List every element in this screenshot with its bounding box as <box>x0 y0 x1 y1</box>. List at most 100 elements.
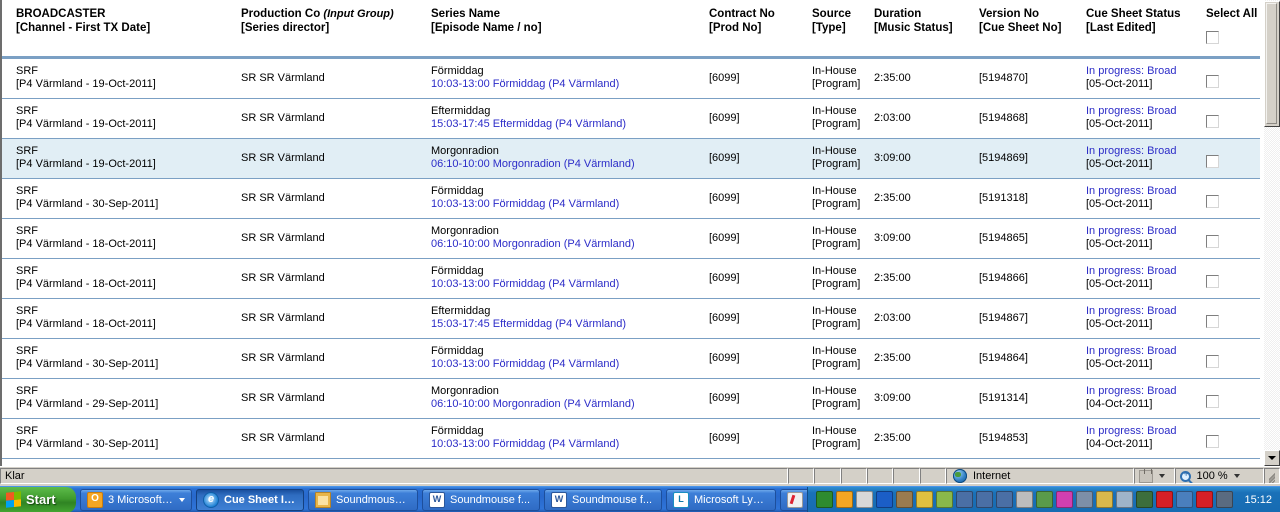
row-select-checkbox-wrap[interactable] <box>1206 385 1260 412</box>
taskbar-button[interactable]: 3 Microsoft O... <box>80 488 192 511</box>
table-row[interactable]: SRF [P4 Värmland - 19-Oct-2011] SR SR Värm… <box>2 57 1260 99</box>
episode-link[interactable]: 15:03-17:45 Eftermiddag (P4 Värmland) <box>431 318 709 331</box>
usb-device-icon[interactable] <box>1036 491 1054 508</box>
cue-sheet-status-link[interactable]: In progress: Broad <box>1086 225 1206 238</box>
taskbar-button[interactable]: Soundmouse f... <box>422 488 540 511</box>
table-row[interactable]: SRF [P4 Värmland - 18-Oct-2011] SR SR Värm… <box>2 218 1260 259</box>
row-select-checkbox-wrap[interactable] <box>1206 185 1260 212</box>
column-header-source[interactable]: Source [Type] <box>812 0 874 59</box>
protected-mode-indicator[interactable] <box>1133 468 1176 484</box>
vertical-scrollbar[interactable] <box>1262 0 1280 466</box>
row-select-checkbox-wrap[interactable] <box>1206 305 1260 332</box>
security-zone-indicator[interactable]: Internet <box>946 468 1134 484</box>
cue-sheet-status-link[interactable]: In progress: Broad <box>1086 385 1206 398</box>
table-row[interactable]: SRF [P4 Värmland - 19-Oct-2011] SR SR Värm… <box>2 138 1260 179</box>
taskbar-button[interactable]: Soundmouse f... <box>544 488 662 511</box>
select-all-checkbox[interactable] <box>1206 31 1219 44</box>
row-select-checkbox[interactable] <box>1206 155 1219 168</box>
battery-icon[interactable] <box>1096 491 1114 508</box>
row-select-checkbox[interactable] <box>1206 195 1219 208</box>
chevron-down-icon[interactable] <box>1233 474 1240 478</box>
display-icon[interactable] <box>1076 491 1094 508</box>
row-select-checkbox-wrap[interactable] <box>1206 345 1260 372</box>
taskbar-button[interactable]: Microsoft Lync... <box>666 488 776 511</box>
episode-link[interactable]: 10:03-13:00 Förmiddag (P4 Värmland) <box>431 358 709 371</box>
system-clock[interactable]: 15:12 <box>1244 494 1272 506</box>
resize-grip[interactable] <box>1264 468 1280 484</box>
row-select-checkbox[interactable] <box>1206 435 1219 448</box>
taskbar-button[interactable]: namnlös - Paint <box>780 488 808 511</box>
column-header-version-no[interactable]: Version No [Cue Sheet No] <box>979 0 1086 59</box>
scrollbar-down-button[interactable] <box>1264 450 1280 466</box>
volume-icon[interactable] <box>1016 491 1034 508</box>
cue-sheet-status-link[interactable]: In progress: Broad <box>1086 65 1206 78</box>
zoom-control[interactable]: 100 % <box>1175 468 1265 484</box>
cue-sheet-status-link[interactable]: In progress: Broad <box>1086 185 1206 198</box>
column-header-contract-no[interactable]: Contract No [Prod No] <box>709 0 812 59</box>
network-active-icon[interactable] <box>996 491 1014 508</box>
episode-link[interactable]: 10:03-13:00 Förmiddag (P4 Värmland) <box>431 198 709 211</box>
cue-sheet-status-link[interactable]: In progress: Broad <box>1086 265 1206 278</box>
scrollbar-thumb[interactable] <box>1264 1 1280 127</box>
chart-icon[interactable] <box>1136 491 1154 508</box>
cue-sheet-status-link[interactable]: In progress: Broad <box>1086 145 1206 158</box>
network-icon[interactable] <box>956 491 974 508</box>
row-select-checkbox-wrap[interactable] <box>1206 145 1260 172</box>
wireless-signal-icon[interactable] <box>936 491 954 508</box>
network-disconnect-icon[interactable] <box>976 491 994 508</box>
chevron-down-icon[interactable] <box>1158 474 1165 478</box>
cue-sheet-status-link[interactable]: In progress: Broad <box>1086 305 1206 318</box>
row-select-checkbox-wrap[interactable] <box>1206 265 1260 292</box>
row-select-checkbox-wrap[interactable] <box>1206 65 1260 92</box>
row-select-checkbox[interactable] <box>1206 75 1219 88</box>
security-shield-icon[interactable] <box>916 491 934 508</box>
network-map-icon[interactable] <box>1216 491 1234 508</box>
row-select-checkbox[interactable] <box>1206 235 1219 248</box>
episode-link[interactable]: 10:03-13:00 Förmiddag (P4 Värmland) <box>431 278 709 291</box>
table-row[interactable]: SRF [P4 Värmland - 29-Sep-2011] SR SR Värm… <box>2 378 1260 419</box>
chevron-down-icon[interactable] <box>1056 491 1074 508</box>
opera-icon[interactable] <box>1156 491 1174 508</box>
cue-sheet-status-link[interactable]: In progress: Broad <box>1086 105 1206 118</box>
column-header-cue-sheet-status[interactable]: Cue Sheet Status [Last Edited] <box>1086 0 1206 59</box>
episode-link[interactable]: 06:10-10:00 Morgonradion (P4 Värmland) <box>431 398 709 411</box>
table-row[interactable]: SRF[P4 Värmland - 30-Sep-2011]SR SR Värm… <box>2 338 1260 379</box>
table-row[interactable]: SRF[P4 Värmland - 30-Sep-2011]SR SR Värm… <box>2 418 1260 459</box>
row-select-checkbox[interactable] <box>1206 115 1219 128</box>
media-disc-icon[interactable] <box>856 491 874 508</box>
bluetooth-icon[interactable] <box>876 491 894 508</box>
column-header-production-co[interactable]: Production Co (Input Group) [Series dire… <box>241 0 431 59</box>
table-row[interactable]: SRF [P4 Värmland - 18-Oct-2011] SR SR Värm… <box>2 298 1260 339</box>
row-select-checkbox[interactable] <box>1206 315 1219 328</box>
taskbar-button[interactable]: Soundmouse vi... <box>308 488 418 511</box>
episode-link[interactable]: 06:10-10:00 Morgonradion (P4 Värmland) <box>431 238 709 251</box>
table-row[interactable]: SRF[P4 Värmland - 30-Sep-2011]SR SR Värm… <box>2 458 1260 466</box>
norton-n-icon[interactable] <box>1196 491 1214 508</box>
start-button[interactable]: Start <box>0 486 76 512</box>
row-select-checkbox[interactable] <box>1206 275 1219 288</box>
chevron-down-icon[interactable] <box>179 497 185 502</box>
cue-sheet-status-link[interactable]: In progress: Broad <box>1086 345 1206 358</box>
table-row[interactable]: SRF [P4 Värmland - 19-Oct-2011] SR SR Värm… <box>2 98 1260 139</box>
column-header-broadcaster[interactable]: BROADCASTER [Channel - First TX Date] <box>2 0 241 59</box>
pen-tool-icon[interactable] <box>896 491 914 508</box>
update-check-icon[interactable] <box>1116 491 1134 508</box>
row-select-checkbox-wrap[interactable] <box>1206 425 1260 452</box>
window-icon[interactable] <box>1176 491 1194 508</box>
episode-link[interactable]: 15:03-17:45 Eftermiddag (P4 Värmland) <box>431 118 709 131</box>
row-select-checkbox[interactable] <box>1206 355 1219 368</box>
table-row[interactable]: SRF [P4 Värmland - 18-Oct-2011] SR SR Värm… <box>2 258 1260 299</box>
outlook-tray-icon[interactable] <box>836 491 854 508</box>
episode-link[interactable]: 10:03-13:00 Förmiddag (P4 Värmland) <box>431 78 709 91</box>
table-row[interactable]: SRF[P4 Värmland - 30-Sep-2011]SR SR Värm… <box>2 178 1260 219</box>
column-header-duration[interactable]: Duration [Music Status] <box>874 0 979 59</box>
row-select-checkbox[interactable] <box>1206 395 1219 408</box>
episode-link[interactable]: 10:03-13:00 Förmiddag (P4 Värmland) <box>431 438 709 451</box>
episode-link[interactable]: 06:10-10:00 Morgonradion (P4 Värmland) <box>431 158 709 171</box>
row-select-checkbox-wrap[interactable] <box>1206 225 1260 252</box>
cue-sheet-status-link[interactable]: In progress: Broad <box>1086 425 1206 438</box>
sync-arrows-icon[interactable] <box>816 491 834 508</box>
row-select-checkbox-wrap[interactable] <box>1206 105 1260 132</box>
column-header-series-name[interactable]: Series Name [Episode Name / no] <box>431 0 709 59</box>
select-all-checkbox-wrap[interactable] <box>1206 21 1260 48</box>
